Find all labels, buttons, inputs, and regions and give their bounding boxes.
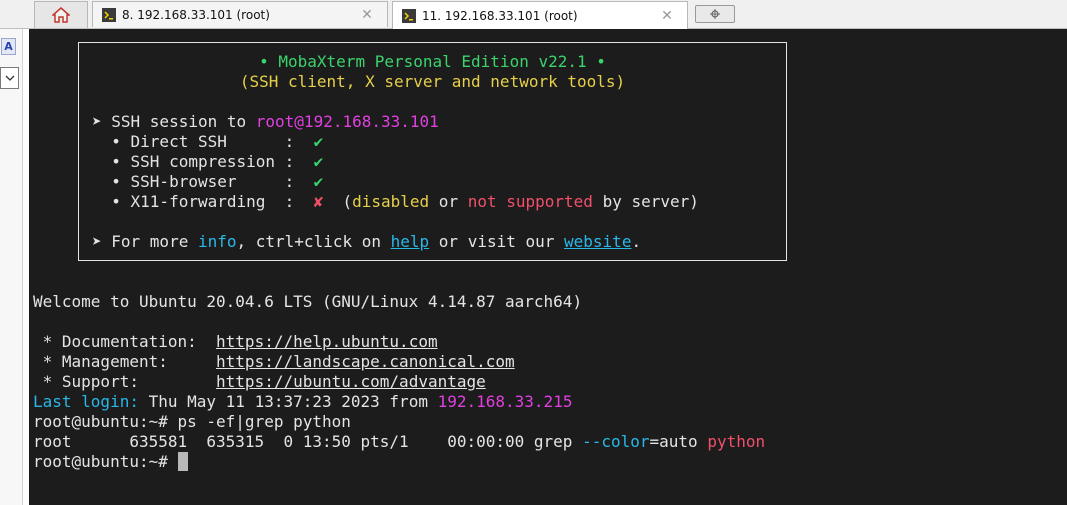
ssh-session-line: ➤ SSH session to root@192.168.33.101	[92, 112, 799, 132]
feature-label: • X11-forwarding :	[92, 192, 314, 211]
check-icon: ✔	[313, 172, 324, 191]
check-icon: ✔	[313, 152, 324, 171]
prompt: root@ubuntu:~#	[33, 452, 178, 471]
active-prompt-line[interactable]: root@ubuntu:~#	[33, 452, 188, 472]
support-link-line: * Support: https://ubuntu.com/advantage	[33, 372, 486, 392]
more-prefix: ➤ For more	[92, 232, 198, 251]
documentation-link[interactable]: https://help.ubuntu.com	[216, 332, 438, 351]
x11-disabled: disabled	[352, 192, 430, 211]
home-icon	[52, 7, 70, 23]
terminal-icon	[402, 8, 416, 23]
more-mid1: , ctrl+click on	[236, 232, 391, 251]
last-login-label: Last login:	[33, 392, 139, 411]
last-login-ip: 192.168.33.215	[437, 392, 573, 411]
help-link[interactable]: help	[391, 232, 430, 251]
website-link[interactable]: website	[564, 232, 631, 251]
doc-link-line: * Documentation: https://help.ubuntu.com	[33, 332, 438, 352]
command-text: ps -ef|grep python	[177, 412, 351, 431]
font-icon[interactable]: A	[1, 38, 16, 55]
feature-label: • SSH-browser :	[92, 172, 314, 191]
feature-label: • SSH compression :	[92, 152, 314, 171]
check-icon: ✔	[313, 132, 324, 151]
more-mid2: or visit our	[429, 232, 565, 251]
last-login-text: Thu May 11 13:37:23 2023 from	[138, 392, 438, 411]
x11-not-supported: not supported	[467, 192, 593, 211]
feature-x11-forwarding: • X11-forwarding : ✘ (disabled or not su…	[92, 192, 799, 212]
tab-bar: 8. 192.168.33.101 (root) ✕ 11. 192.168.3…	[0, 0, 1067, 29]
close-icon[interactable]: ✕	[659, 8, 675, 24]
left-side-panel: A	[0, 29, 23, 505]
x11-by-server: by server)	[592, 192, 699, 211]
ps-output-line: root 635581 635315 0 13:50 pts/1 00:00:0…	[33, 432, 765, 452]
x11-or: or	[429, 192, 468, 211]
more-end: .	[631, 232, 642, 251]
session-target: root@192.168.33.101	[255, 112, 439, 131]
banner-title: • MobaXterm Personal Edition v22.1 •	[259, 52, 606, 71]
info-link[interactable]: info	[198, 232, 237, 251]
dropdown-button[interactable]	[0, 67, 19, 89]
tab-label: 11. 192.168.33.101 (root)	[422, 8, 578, 23]
support-link[interactable]: https://ubuntu.com/advantage	[216, 372, 486, 391]
prompt: root@ubuntu:~#	[33, 412, 178, 431]
last-login-line: Last login: Thu May 11 13:37:23 2023 fro…	[33, 392, 572, 412]
ps-output: root 635581 635315 0 13:50 pts/1 00:00:0…	[33, 432, 583, 451]
terminal-area[interactable]: • MobaXterm Personal Edition v22.1 • (SS…	[29, 29, 1067, 505]
feature-direct-ssh: • Direct SSH : ✔	[92, 132, 799, 152]
terminal-icon	[102, 7, 116, 22]
feature-label: • Direct SSH :	[92, 132, 314, 151]
more-info-line: ➤ For more info, ctrl+click on help or v…	[92, 232, 799, 252]
feature-ssh-compression: • SSH compression : ✔	[92, 152, 799, 172]
cross-icon: ✘	[313, 192, 324, 211]
management-link[interactable]: https://landscape.canonical.com	[216, 352, 515, 371]
ps-flag: --color	[582, 432, 650, 451]
welcome-line: Welcome to Ubuntu 20.04.6 LTS (GNU/Linux…	[33, 292, 583, 311]
ps-eq: =auto	[649, 432, 708, 451]
x11-open: (	[323, 192, 353, 211]
feature-ssh-browser: • SSH-browser : ✔	[92, 172, 799, 192]
management-link-line: * Management: https://landscape.canonica…	[33, 352, 515, 372]
welcome-banner: • MobaXterm Personal Edition v22.1 • (SS…	[78, 42, 787, 261]
banner-subtitle: (SSH client, X server and network tools)	[239, 72, 626, 91]
link-label: * Management:	[33, 352, 217, 371]
link-label: * Support:	[33, 372, 217, 391]
home-tab[interactable]	[34, 1, 88, 28]
session-prefix: ➤ SSH session to	[92, 112, 256, 131]
close-icon[interactable]: ✕	[359, 7, 375, 23]
tab-session-11[interactable]: 11. 192.168.33.101 (root) ✕	[392, 1, 688, 29]
chevron-down-icon	[5, 75, 14, 81]
new-tab-icon	[710, 9, 720, 19]
command-line: root@ubuntu:~# ps -ef|grep python	[33, 412, 351, 432]
new-tab-button[interactable]	[695, 5, 735, 23]
tab-label: 8. 192.168.33.101 (root)	[122, 7, 270, 22]
ps-match: python	[707, 432, 766, 451]
tab-session-8[interactable]: 8. 192.168.33.101 (root) ✕	[92, 1, 388, 27]
link-label: * Documentation:	[33, 332, 217, 351]
terminal-cursor	[177, 452, 188, 471]
